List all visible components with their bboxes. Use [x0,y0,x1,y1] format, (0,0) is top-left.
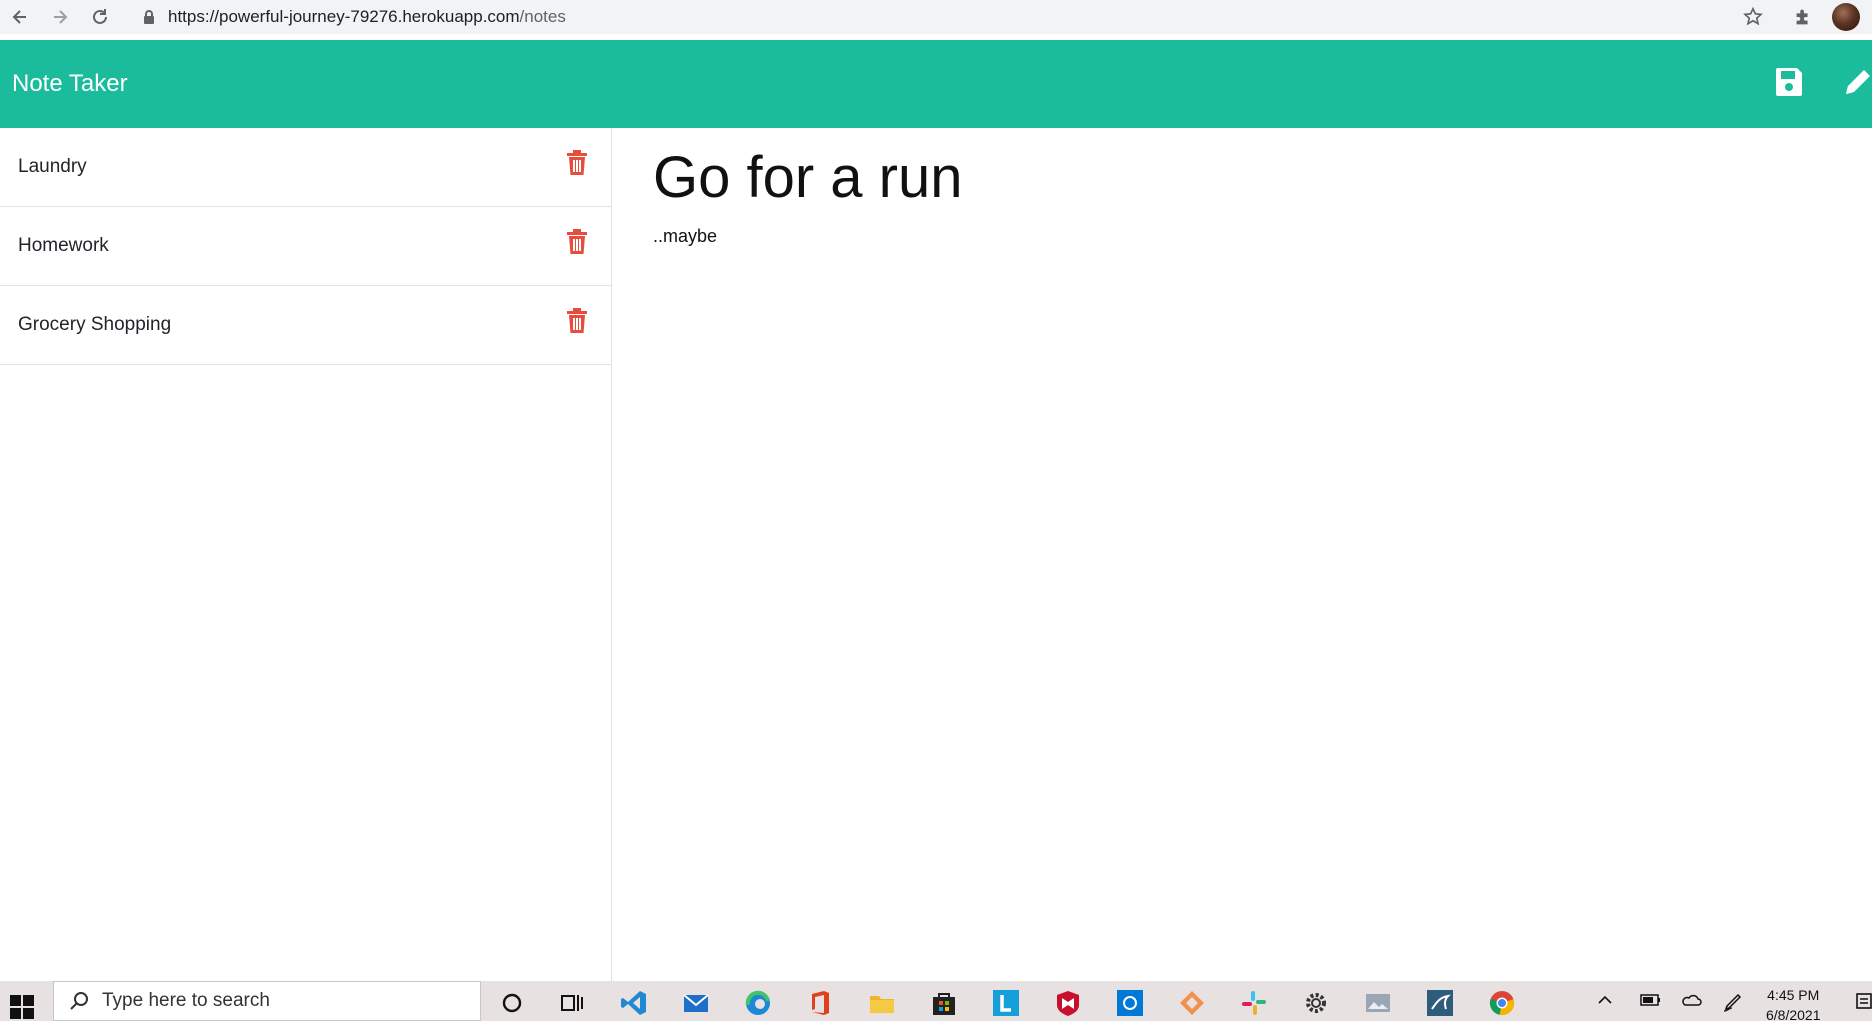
arrow-left-icon [12,10,26,24]
list-item[interactable]: Homework [0,207,611,286]
letter-l-app-icon[interactable] [992,989,1020,1017]
taskbar: Type here to search 4:45 PM 6/8/2021 [0,981,1872,1023]
search-icon [70,992,88,1010]
list-item[interactable]: Grocery Shopping [0,286,611,365]
task-view-icon[interactable] [558,989,586,1017]
trash-icon[interactable] [566,150,588,176]
note-title[interactable]: Homework [0,235,109,257]
slack-icon[interactable] [1240,989,1268,1017]
url-text: https://powerful-journey-79276.herokuapp… [168,7,566,27]
notifications-icon[interactable] [1856,991,1872,1013]
photos-app-icon[interactable] [1364,989,1392,1017]
gitkraken-icon[interactable] [1178,989,1206,1017]
forward-button[interactable] [40,0,80,34]
app-title[interactable]: Note Taker [12,40,128,128]
chevron-up-icon[interactable] [1596,991,1614,1009]
bookmark-star-icon[interactable] [1742,6,1764,28]
address-bar[interactable]: https://powerful-journey-79276.herokuapp… [128,2,1768,32]
trash-icon[interactable] [566,308,588,334]
taskbar-search-placeholder: Type here to search [102,990,270,1011]
extensions-icon[interactable] [1792,6,1814,28]
cortana-blue-icon[interactable] [1116,989,1144,1017]
chrome-icon[interactable] [1488,989,1516,1017]
lock-icon [144,10,154,24]
mysql-workbench-icon[interactable] [1426,989,1454,1017]
file-explorer-icon[interactable] [868,989,896,1017]
taskbar-search-box[interactable]: Type here to search [53,981,481,1021]
mcafee-icon[interactable] [1054,989,1082,1017]
edge-browser-icon[interactable] [744,989,772,1017]
onedrive-cloud-icon[interactable] [1680,991,1702,1009]
windows-start-icon[interactable] [10,995,34,1019]
save-note-icon[interactable] [1774,66,1804,98]
url-path: /notes [519,7,566,26]
list-item[interactable]: Laundry [0,128,611,207]
clock-time: 4:45 PM [1767,987,1820,1003]
settings-gear-icon[interactable] [1302,989,1330,1017]
url-host: https://powerful-journey-79276.herokuapp… [168,7,520,26]
office-icon[interactable] [806,989,834,1017]
note-title-input[interactable]: Go for a run [653,140,962,216]
app-navbar: Note Taker [0,40,1872,128]
back-button[interactable] [0,0,40,34]
vscode-icon[interactable] [620,989,648,1017]
trash-icon[interactable] [566,229,588,255]
store-icon[interactable] [930,989,958,1017]
note-list: Laundry Homework Grocery Shopping [0,128,612,981]
mail-icon[interactable] [682,989,710,1017]
reload-icon [93,9,107,24]
arrow-right-icon [54,10,68,24]
note-text-area[interactable]: ..maybe [653,226,717,247]
battery-icon[interactable] [1640,991,1662,1009]
reload-button[interactable] [80,0,120,34]
cortana-icon[interactable] [498,989,526,1017]
new-note-pencil-icon[interactable] [1842,64,1872,100]
note-title[interactable]: Laundry [0,156,87,178]
profile-avatar[interactable] [1832,3,1860,31]
system-clock[interactable]: 4:45 PM 6/8/2021 [1766,985,1821,1025]
note-title[interactable]: Grocery Shopping [0,314,171,336]
pen-ink-icon[interactable] [1722,991,1744,1013]
clock-date: 6/8/2021 [1766,1007,1821,1023]
